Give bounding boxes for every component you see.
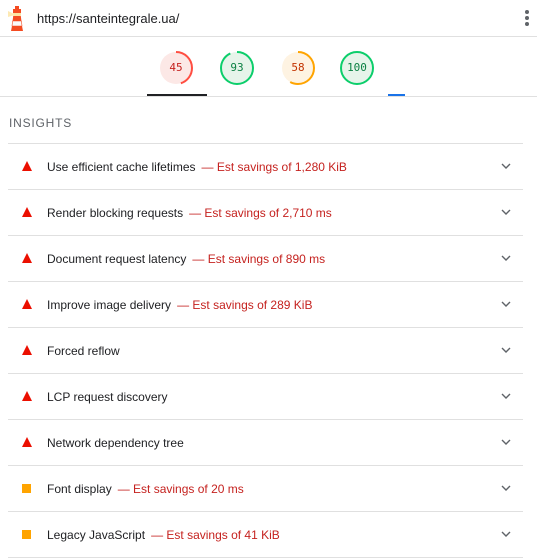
chevron-down-icon[interactable] — [501, 207, 511, 217]
fail-triangle-icon — [22, 299, 32, 309]
insight-row[interactable]: Render blocking requests — Est savings of… — [8, 190, 523, 236]
page-url: https://santeintegrale.ua/ — [37, 11, 180, 26]
insight-row[interactable]: Document request latency — Est savings of… — [8, 236, 523, 282]
active-tab-indicator — [147, 94, 207, 96]
insight-label: Use efficient cache lifetimes — [47, 160, 196, 174]
chevron-down-icon[interactable] — [501, 483, 511, 493]
insight-title: Improve image delivery — Est savings of 2… — [47, 298, 312, 312]
fail-triangle-icon — [22, 345, 32, 355]
chevron-down-icon[interactable] — [501, 345, 511, 355]
score-gauge-accessibility[interactable]: 93 — [219, 50, 255, 86]
insight-title: Network dependency tree — [47, 436, 190, 450]
insight-label: Render blocking requests — [47, 206, 184, 220]
chevron-down-icon[interactable] — [501, 391, 511, 401]
average-square-icon — [22, 530, 31, 539]
insight-savings: — Est savings of 289 KiB — [177, 298, 313, 312]
insight-row[interactable]: Forced reflow — [8, 328, 523, 374]
insight-title: Forced reflow — [47, 344, 126, 358]
score-value: 100 — [347, 61, 367, 74]
score-gauge-performance[interactable]: 45 — [158, 50, 194, 86]
chevron-down-icon[interactable] — [501, 529, 511, 539]
score-value: 45 — [169, 61, 183, 74]
score-gauge-seo[interactable]: 100 — [339, 50, 375, 86]
insight-label: Legacy JavaScript — [47, 528, 146, 542]
score-gauge-best-practices[interactable]: 58 — [280, 50, 316, 86]
lighthouse-icon — [8, 6, 23, 31]
insight-savings: — Est savings of 2,710 ms — [189, 206, 332, 220]
top-bar: https://santeintegrale.ua/ — [0, 0, 537, 37]
insight-label: Document request latency — [47, 252, 187, 266]
score-gauges: 45 93 58 100 — [0, 37, 537, 97]
fail-triangle-icon — [22, 161, 32, 171]
insight-row[interactable]: Legacy JavaScript — Est savings of 41 KiB — [8, 512, 523, 558]
insight-row[interactable]: Improve image delivery — Est savings of 2… — [8, 282, 523, 328]
insight-title: Use efficient cache lifetimes — Est savin… — [47, 160, 347, 174]
insights-list: Use efficient cache lifetimes — Est savin… — [8, 143, 523, 558]
insight-title: Font display — Est savings of 20 ms — [47, 482, 244, 496]
insight-savings: — Est savings of 1,280 KiB — [201, 160, 347, 174]
average-square-icon — [22, 484, 31, 493]
insight-label: Forced reflow — [47, 344, 120, 358]
insights-heading: INSIGHTS — [9, 116, 73, 130]
insight-title: LCP request discovery — [47, 390, 174, 404]
insight-savings: — Est savings of 890 ms — [192, 252, 326, 266]
chevron-down-icon[interactable] — [501, 437, 511, 447]
insight-title: Render blocking requests — Est savings of… — [47, 206, 332, 220]
score-value: 93 — [230, 61, 244, 74]
chevron-down-icon[interactable] — [501, 161, 511, 171]
insight-savings: — Est savings of 41 KiB — [151, 528, 280, 542]
insight-label: Font display — [47, 482, 112, 496]
chevron-down-icon[interactable] — [501, 299, 511, 309]
fail-triangle-icon — [22, 391, 32, 401]
insight-row[interactable]: Font display — Est savings of 20 ms — [8, 466, 523, 512]
kebab-menu-icon[interactable] — [524, 10, 530, 28]
tab-indicator — [388, 94, 405, 96]
chevron-down-icon[interactable] — [501, 253, 511, 263]
fail-triangle-icon — [22, 253, 32, 263]
insight-label: Improve image delivery — [47, 298, 172, 312]
insight-title: Legacy JavaScript — Est savings of 41 KiB — [47, 528, 280, 542]
insight-label: LCP request discovery — [47, 390, 168, 404]
insight-title: Document request latency — Est savings of… — [47, 252, 325, 266]
insight-label: Network dependency tree — [47, 436, 184, 450]
score-value: 58 — [291, 61, 305, 74]
insight-row[interactable]: LCP request discovery — [8, 374, 523, 420]
insight-savings: — Est savings of 20 ms — [117, 482, 244, 496]
insight-row[interactable]: Network dependency tree — [8, 420, 523, 466]
fail-triangle-icon — [22, 437, 32, 447]
insight-row[interactable]: Use efficient cache lifetimes — Est savin… — [8, 144, 523, 190]
fail-triangle-icon — [22, 207, 32, 217]
